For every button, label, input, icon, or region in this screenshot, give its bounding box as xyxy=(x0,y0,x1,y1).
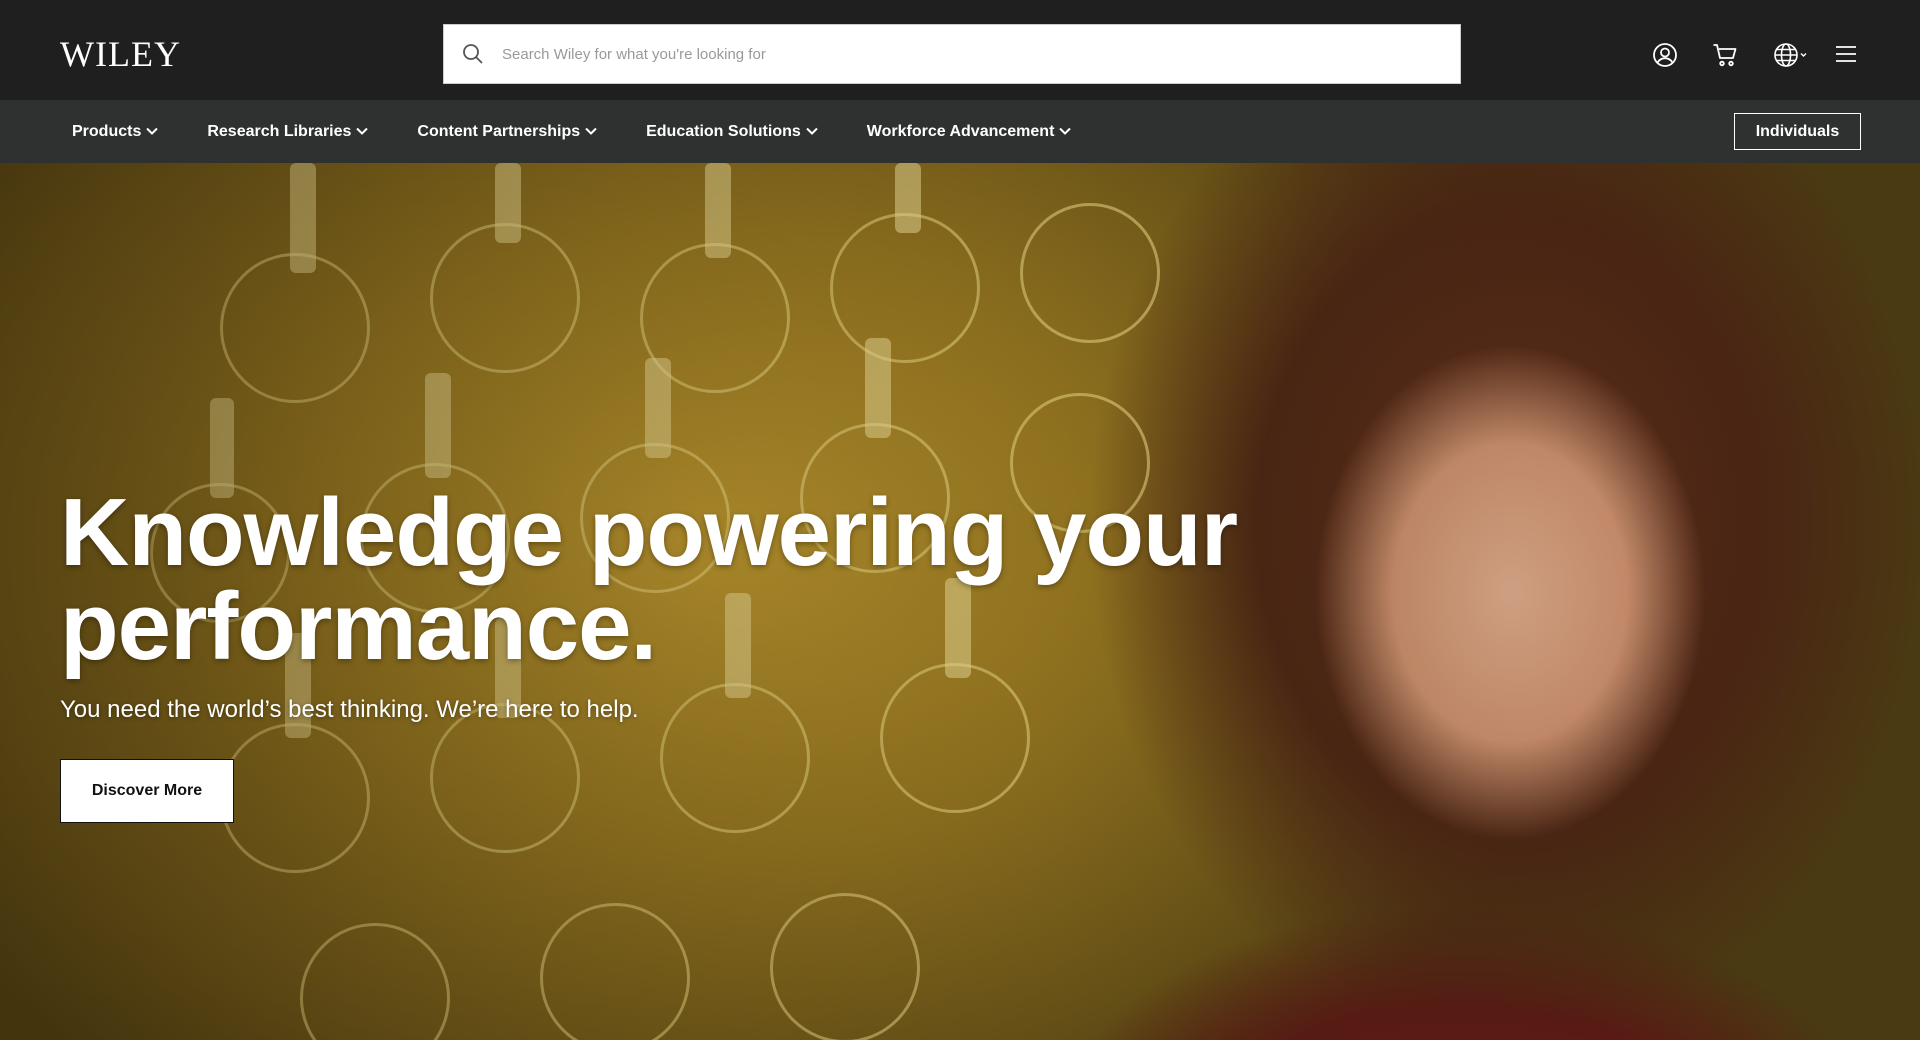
wiley-logo[interactable]: WILEY xyxy=(60,34,181,74)
nav-item-education-solutions[interactable]: Education Solutions xyxy=(634,100,831,163)
account-icon[interactable] xyxy=(1652,42,1678,68)
cart-icon[interactable] xyxy=(1712,42,1738,68)
nav-item-research-libraries[interactable]: Research Libraries xyxy=(195,100,381,163)
nav-item-label: Education Solutions xyxy=(646,122,801,140)
individuals-button[interactable]: Individuals xyxy=(1734,113,1861,150)
search-icon[interactable] xyxy=(444,25,502,83)
nav-item-workforce-advancement[interactable]: Workforce Advancement xyxy=(855,100,1085,163)
search-box[interactable] xyxy=(443,24,1461,84)
hero-banner: Knowledge powering your performance. You… xyxy=(0,163,1920,1040)
nav-item-label: Research Libraries xyxy=(207,122,352,140)
nav-item-content-partnerships[interactable]: Content Partnerships xyxy=(405,100,610,163)
globe-icon[interactable] xyxy=(1774,42,1808,68)
chevron-down-icon xyxy=(805,123,819,141)
nav-item-label: Products xyxy=(72,122,142,140)
top-bar: WILEY xyxy=(0,0,1920,100)
nav-item-label: Content Partnerships xyxy=(417,122,581,140)
hero-subtitle: You need the world’s best thinking. We’r… xyxy=(60,696,639,723)
search-input[interactable] xyxy=(502,25,1460,83)
discover-more-button[interactable]: Discover More xyxy=(60,759,234,823)
nav-item-products[interactable]: Products xyxy=(60,100,171,163)
chevron-down-icon xyxy=(1058,123,1072,141)
chevron-down-icon xyxy=(355,123,369,141)
menu-icon[interactable] xyxy=(1834,44,1858,64)
nav-item-label: Workforce Advancement xyxy=(866,122,1055,140)
hero-title: Knowledge powering your performance. xyxy=(60,479,1238,680)
chevron-down-icon xyxy=(145,123,159,141)
chevron-down-icon xyxy=(584,123,598,141)
main-nav: Products Research Libraries Content Part… xyxy=(60,100,1108,163)
main-nav-bar: Products Research Libraries Content Part… xyxy=(0,100,1920,163)
